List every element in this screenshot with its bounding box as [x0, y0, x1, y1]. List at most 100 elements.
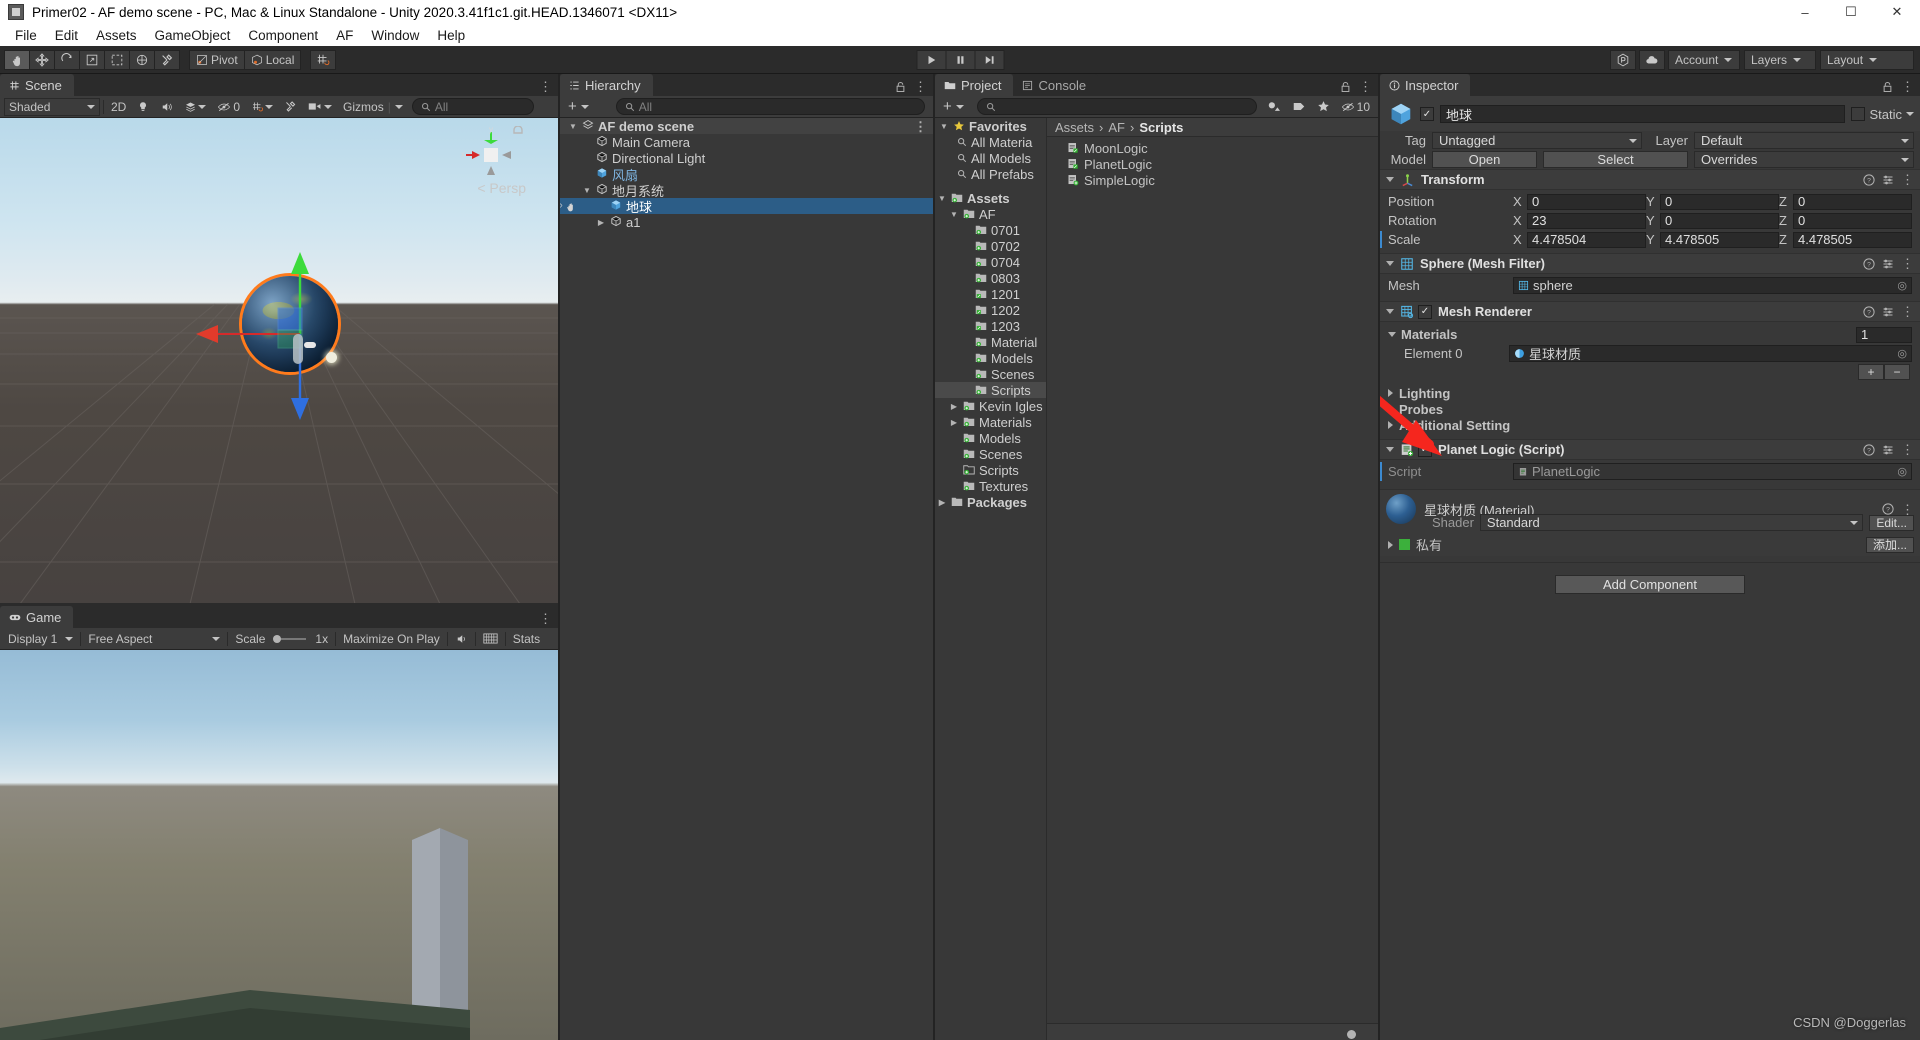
menu-item-component[interactable]: Component — [239, 26, 327, 45]
project-tree-item-0702[interactable]: ▸0702 — [935, 238, 1046, 254]
inspector-kebab-menu-icon[interactable]: ⋮ — [1901, 80, 1914, 93]
scene-orientation-gizmo[interactable]: y x — [458, 126, 524, 188]
project-tree-item-1201[interactable]: ▸1201 — [935, 286, 1046, 302]
project-tree-item-1202[interactable]: ▸1202 — [935, 302, 1046, 318]
layer-dropdown[interactable]: Default — [1694, 132, 1914, 149]
tab-inspector[interactable]: Inspector — [1380, 74, 1471, 96]
mesh-object-field[interactable]: sphere ◎ — [1513, 277, 1912, 294]
mute-audio-icon[interactable] — [451, 630, 472, 648]
chevron-down-icon[interactable] — [1386, 177, 1394, 182]
chevron-right-icon[interactable] — [1388, 405, 1393, 413]
menu-item-gameobject[interactable]: GameObject — [146, 26, 240, 45]
shader-dropdown[interactable]: Standard — [1479, 514, 1864, 531]
pause-button[interactable] — [945, 49, 976, 70]
rotate-tool-button[interactable] — [54, 49, 80, 70]
game-kebab-menu-icon[interactable]: ⋮ — [539, 612, 552, 625]
help-icon[interactable]: ? — [1863, 443, 1875, 456]
hierarchy-item-a1[interactable]: ▶ a1 — [560, 214, 933, 230]
materials-row[interactable]: Materials 1 — [1380, 325, 1920, 344]
scene-kebab-menu-icon[interactable]: ⋮ — [539, 80, 552, 93]
mesh-renderer-kebab-menu-icon[interactable]: ⋮ — [1901, 305, 1914, 318]
close-button[interactable]: ✕ — [1874, 0, 1920, 24]
expand-arrow[interactable]: ▶ — [949, 418, 959, 427]
menu-item-af[interactable]: AF — [327, 26, 362, 45]
script-object-field[interactable]: PlanetLogic ◎ — [1513, 463, 1912, 480]
shader-edit-button[interactable]: Edit... — [1869, 514, 1914, 531]
project-tree-item-scenes[interactable]: ▸Scenes — [935, 446, 1046, 462]
project-favorite-all-models[interactable]: All Models — [935, 150, 1046, 166]
private-checkbox[interactable] — [1399, 539, 1410, 550]
project-tree-item-models[interactable]: ▸Models — [935, 350, 1046, 366]
transform-component-header[interactable]: Transform ? ⋮ — [1380, 169, 1920, 190]
remove-material-button[interactable]: − — [1884, 364, 1910, 380]
presets-icon[interactable] — [1882, 444, 1894, 456]
scale-tool-button[interactable] — [79, 49, 105, 70]
hierarchy-item-AF demo scene[interactable]: ▼ AF demo scene ⋮ — [560, 118, 933, 134]
tab-game[interactable]: Game — [0, 606, 74, 628]
field-x[interactable]: 23 — [1527, 212, 1646, 229]
hierarchy-item-Main Camera[interactable]: ▸Main Camera — [560, 134, 933, 150]
game-gizmos-icon[interactable] — [479, 630, 502, 648]
project-hidden-toggle[interactable]: 10 — [1337, 98, 1374, 116]
maximize-on-play-toggle[interactable]: Maximize On Play — [339, 630, 444, 648]
chevron-right-icon[interactable] — [1388, 540, 1393, 549]
presets-icon[interactable] — [1882, 306, 1894, 318]
tag-dropdown[interactable]: Untagged — [1432, 132, 1642, 149]
project-search-input[interactable] — [976, 98, 1257, 115]
add-component-button[interactable]: Add Component — [1555, 575, 1745, 594]
menu-item-help[interactable]: Help — [428, 26, 474, 45]
hierarchy-item-地球[interactable]: ▸地球 — [560, 198, 933, 215]
collapse-arrow[interactable]: ▼ — [937, 194, 947, 203]
effects-icon[interactable] — [180, 98, 210, 116]
project-tree-item-packages[interactable]: ▶ Packages — [935, 494, 1046, 510]
collapse-arrow[interactable]: ▼ — [939, 122, 949, 131]
object-picker-icon[interactable]: ◎ — [1897, 279, 1907, 292]
hierarchy-add-button[interactable]: + — [564, 98, 593, 116]
planet-logic-kebab-menu-icon[interactable]: ⋮ — [1901, 443, 1914, 456]
project-tree-item-scripts[interactable]: ▸Scripts — [935, 462, 1046, 478]
tab-project[interactable]: Project — [935, 74, 1014, 96]
step-button[interactable] — [974, 49, 1005, 70]
overrides-dropdown[interactable]: Overrides — [1694, 151, 1914, 168]
project-tree-item-af[interactable]: ▼ AF — [935, 206, 1046, 222]
collapse-arrow[interactable]: ▼ — [949, 210, 959, 219]
collapse-arrow[interactable]: ▼ — [568, 122, 578, 131]
project-tree-item-1203[interactable]: ▸1203 — [935, 318, 1046, 334]
transform-tool-button[interactable] — [129, 49, 155, 70]
maximize-button[interactable]: ☐ — [1828, 0, 1874, 24]
planet-logic-component-header[interactable]: ✓ Planet Logic (Script) ? ⋮ — [1380, 439, 1920, 460]
chevron-down-icon[interactable] — [1906, 112, 1914, 116]
chevron-down-icon[interactable] — [1386, 261, 1394, 266]
model-select-button[interactable]: Select — [1543, 151, 1688, 168]
asset-item-simplelogic[interactable]: SimpleLogic — [1047, 172, 1378, 188]
field-y[interactable]: 4.478505 — [1660, 231, 1779, 248]
lock-icon[interactable] — [1882, 81, 1893, 93]
chevron-down-icon[interactable] — [1388, 332, 1396, 337]
asset-list[interactable]: MoonLogic PlanetLogic SimpleLogic — [1047, 137, 1378, 1023]
cloud-icon[interactable] — [1639, 49, 1665, 70]
element-object-field[interactable]: 星球材质 ◎ — [1509, 345, 1912, 362]
mesh-renderer-enabled-checkbox[interactable]: ✓ — [1418, 304, 1432, 319]
breadcrumb-item-scripts[interactable]: Scripts — [1139, 120, 1183, 135]
move-tool-button[interactable] — [29, 49, 55, 70]
field-y[interactable]: 0 — [1660, 193, 1779, 210]
tab-hierarchy[interactable]: Hierarchy — [560, 74, 653, 96]
expand-arrow[interactable]: ▶ — [949, 402, 959, 411]
project-tree-item-0701[interactable]: ▸0701 — [935, 222, 1046, 238]
hand-pick-icon[interactable] — [565, 201, 576, 212]
aspect-dropdown[interactable]: Free Aspect — [84, 630, 224, 648]
collab-icon[interactable] — [1610, 49, 1636, 70]
collapse-arrow[interactable]: ▼ — [582, 186, 592, 195]
hierarchy-search-input[interactable]: All — [615, 98, 925, 115]
stats-button[interactable]: Stats — [509, 630, 544, 648]
project-favorite-all-materia[interactable]: All Materia — [935, 134, 1046, 150]
expand-arrow[interactable]: ▶ — [596, 218, 606, 227]
help-icon[interactable]: ? — [1863, 305, 1875, 318]
grid-snap-button[interactable] — [310, 49, 337, 70]
asset-item-planetlogic[interactable]: PlanetLogic — [1047, 156, 1378, 172]
hidden-objects-toggle[interactable]: 0 — [213, 98, 244, 116]
custom-tool-button[interactable] — [154, 49, 180, 70]
layout-dropdown[interactable]: Layout — [1820, 49, 1914, 70]
game-viewport[interactable] — [0, 650, 558, 1040]
field-x[interactable]: 4.478504 — [1527, 231, 1646, 248]
